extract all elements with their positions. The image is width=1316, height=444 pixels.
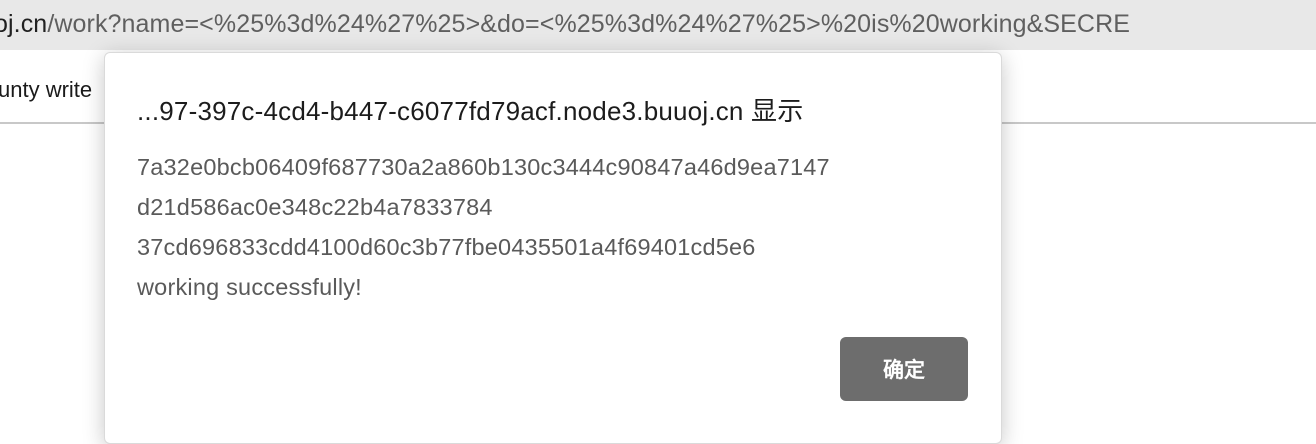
message-line: 7a32e0bcb06409f687730a2a860b130c3444c908… (137, 154, 830, 180)
url-path: /work?name=<%25%3d%24%27%25>&do=<%25%3d%… (47, 10, 1131, 38)
message-line: working successfully! (137, 274, 362, 300)
page-text-snippet: unty write (0, 77, 93, 102)
dialog-title: ...97-397c-4cd4-b447-c6077fd79acf.node3.… (137, 96, 804, 126)
url-host: oj.cn (0, 10, 48, 38)
alert-dialog: ...97-397c-4cd4-b447-c6077fd79acf.node3.… (104, 52, 1002, 444)
ok-button[interactable]: 确定 (840, 337, 968, 401)
address-bar[interactable]: oj.cn/work?name=<%25%3d%24%27%25>&do=<%2… (0, 0, 1316, 50)
url-text[interactable]: oj.cn/work?name=<%25%3d%24%27%25>&do=<%2… (0, 9, 1130, 39)
dialog-message: 7a32e0bcb06409f687730a2a860b130c3444c908… (137, 147, 830, 307)
message-line: 37cd696833cdd4100d60c3b77fbe0435501a4f69… (137, 234, 756, 260)
message-line: d21d586ac0e348c22b4a7833784 (137, 194, 493, 220)
